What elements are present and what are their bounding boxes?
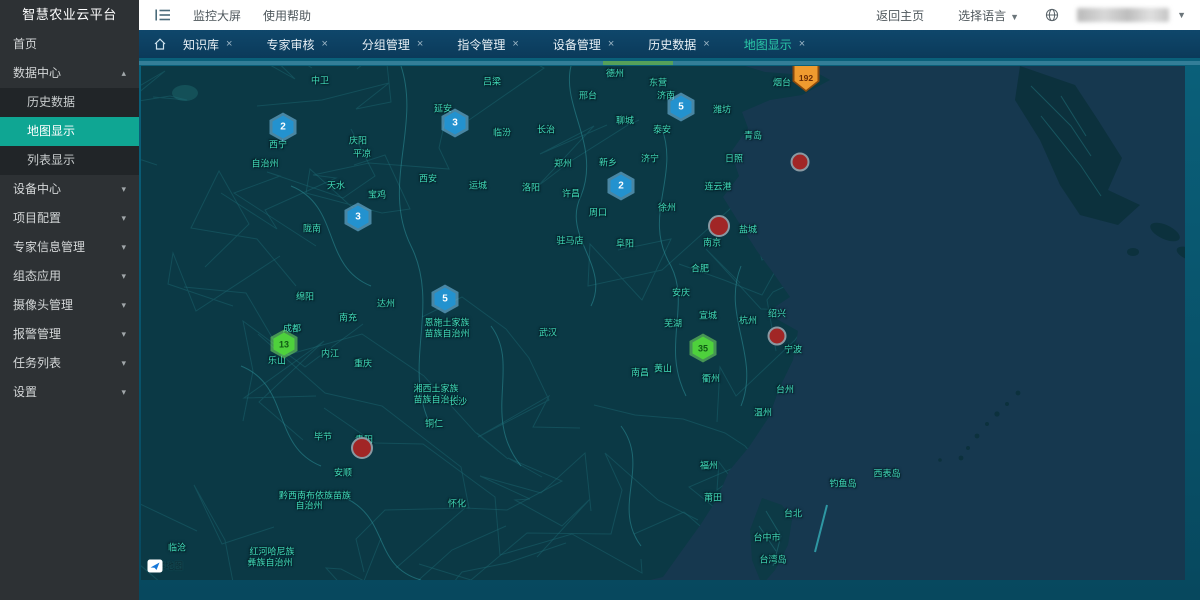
tab-label: 设备管理 <box>553 36 601 53</box>
chevron-down-icon: ▾ <box>121 349 126 378</box>
sidebar-item-9[interactable]: 任务列表 ▾ <box>0 349 139 378</box>
sidebar-subitem-3[interactable]: 列表显示 <box>0 146 139 175</box>
sidebar-item-label: 摄像头管理 <box>13 291 73 320</box>
tab-3[interactable]: 分组管理 × <box>362 36 423 53</box>
tab-label: 分组管理 <box>362 36 410 53</box>
tab-1[interactable]: 知识库 × <box>183 36 232 53</box>
cluster-count: 13 <box>274 333 295 356</box>
device-point-marker[interactable] <box>708 215 730 237</box>
tab-7[interactable]: 地图显示 × <box>744 36 805 53</box>
tab-close-icon[interactable]: × <box>226 38 232 50</box>
sidebar-subitem-2[interactable]: 地图显示 <box>0 117 139 146</box>
cluster-count: 5 <box>671 96 692 119</box>
sidebar-item-4[interactable]: 项目配置 ▾ <box>0 204 139 233</box>
tab-label: 知识库 <box>183 36 219 53</box>
sidebar-item-label: 专家信息管理 <box>13 233 85 262</box>
sidebar-item-8[interactable]: 报警管理 ▾ <box>0 320 139 349</box>
tab-close-icon[interactable]: × <box>703 38 709 50</box>
menu-help[interactable]: 使用帮助 <box>263 7 311 24</box>
tab-label: 历史数据 <box>648 36 696 53</box>
device-point-marker[interactable] <box>351 437 373 459</box>
sidebar-item-3[interactable]: 设备中心 ▾ <box>0 175 139 204</box>
sidebar-item-6[interactable]: 组态应用 ▾ <box>0 262 139 291</box>
sidebar-collapse-icon[interactable] <box>155 8 171 22</box>
map-attribution: 高德地图 <box>147 559 183 572</box>
cluster-count: 2 <box>273 116 294 139</box>
top-header: 监控大屏 使用帮助 返回主页 选择语言 ▼ ▼ <box>139 0 1200 30</box>
tab-5[interactable]: 设备管理 × <box>553 36 614 53</box>
tab-close-icon[interactable]: × <box>417 38 423 50</box>
tab-6[interactable]: 历史数据 × <box>648 36 709 53</box>
device-point-marker[interactable] <box>768 327 787 346</box>
sidebar: 智慧农业云平台 首页数据中心▴历史数据地图显示列表显示设备中心▾项目配置▾专家信… <box>0 0 139 600</box>
tab-4[interactable]: 指令管理 × <box>457 36 518 53</box>
sidebar-item-label: 首页 <box>13 30 37 59</box>
sidebar-item-5[interactable]: 专家信息管理 ▾ <box>0 233 139 262</box>
app-logo-title: 智慧农业云平台 <box>0 0 139 30</box>
sidebar-item-1[interactable]: 首页 <box>0 30 139 59</box>
tab-label: 地图显示 <box>744 36 792 53</box>
tab-close-icon[interactable]: × <box>321 38 327 50</box>
cluster-count: 3 <box>348 206 369 229</box>
tab-bar: 知识库 × 专家审核 × 分组管理 × 指令管理 × 设备管理 × 历史数据 × 地图显示 × <box>139 30 1200 58</box>
chevron-down-icon: ▾ <box>121 320 126 349</box>
sidebar-item-10[interactable]: 设置 ▾ <box>0 378 139 407</box>
chevron-up-icon: ▴ <box>121 59 126 88</box>
globe-icon[interactable] <box>1045 8 1059 22</box>
cluster-count: 3 <box>445 112 466 135</box>
sidebar-submenu: 历史数据地图显示列表显示 <box>0 88 139 175</box>
username-redacted <box>1077 8 1169 22</box>
menu-monitor-screen[interactable]: 监控大屏 <box>193 7 241 24</box>
sidebar-item-label: 设备中心 <box>13 175 61 204</box>
map-basemap <box>141 66 1185 580</box>
map-scrollbar-thumb[interactable] <box>603 61 673 65</box>
language-select[interactable]: 选择语言 ▼ <box>958 7 1019 24</box>
chevron-down-icon: ▾ <box>121 175 126 204</box>
home-tab-icon[interactable] <box>153 37 167 51</box>
sidebar-item-label: 报警管理 <box>13 320 61 349</box>
map-page-content: 中卫西宁延安吕梁德州临汾长治邢台聊城济南泰安济宁东营烟台潍坊青岛日照庆阳平凉自治… <box>139 58 1200 600</box>
chevron-down-icon: ▼ <box>1177 10 1186 20</box>
sidebar-item-label: 任务列表 <box>13 349 61 378</box>
chevron-down-icon: ▾ <box>121 204 126 233</box>
chevron-down-icon: ▼ <box>1010 12 1019 22</box>
amap-logo-icon <box>147 559 163 573</box>
chevron-down-icon: ▾ <box>121 291 126 320</box>
chevron-down-icon: ▾ <box>121 378 126 407</box>
sidebar-item-2[interactable]: 数据中心 ▴ <box>0 59 139 88</box>
map-canvas[interactable]: 中卫西宁延安吕梁德州临汾长治邢台聊城济南泰安济宁东营烟台潍坊青岛日照庆阳平凉自治… <box>141 66 1185 580</box>
cluster-count: 2 <box>611 175 632 198</box>
language-label: 选择语言 <box>958 9 1006 23</box>
tab-close-icon[interactable]: × <box>608 38 614 50</box>
tab-close-icon[interactable]: × <box>512 38 518 50</box>
cluster-count: 35 <box>693 337 714 360</box>
cluster-count: 5 <box>435 288 456 311</box>
tabs-holder: 知识库 × 专家审核 × 分组管理 × 指令管理 × 设备管理 × 历史数据 × 地图显示 × <box>183 36 839 53</box>
tab-label: 专家审核 <box>266 36 314 53</box>
map-scrollbar-track <box>139 61 1200 65</box>
sidebar-item-label: 设置 <box>13 378 37 407</box>
user-account-menu[interactable]: ▼ <box>1077 8 1186 22</box>
sidebar-item-label: 数据中心 <box>13 59 61 88</box>
device-point-marker[interactable] <box>791 153 810 172</box>
sidebar-item-label: 组态应用 <box>13 262 61 291</box>
tab-close-icon[interactable]: × <box>799 38 805 50</box>
sidebar-menu: 首页数据中心▴历史数据地图显示列表显示设备中心▾项目配置▾专家信息管理▾组态应用… <box>0 30 139 407</box>
tab-label: 指令管理 <box>457 36 505 53</box>
chevron-down-icon: ▾ <box>121 233 126 262</box>
chevron-down-icon: ▾ <box>121 262 126 291</box>
sidebar-item-7[interactable]: 摄像头管理 ▾ <box>0 291 139 320</box>
tab-2[interactable]: 专家审核 × <box>266 36 327 53</box>
back-home-link[interactable]: 返回主页 <box>876 7 924 24</box>
sidebar-item-label: 项目配置 <box>13 204 61 233</box>
sidebar-subitem-1[interactable]: 历史数据 <box>0 88 139 117</box>
